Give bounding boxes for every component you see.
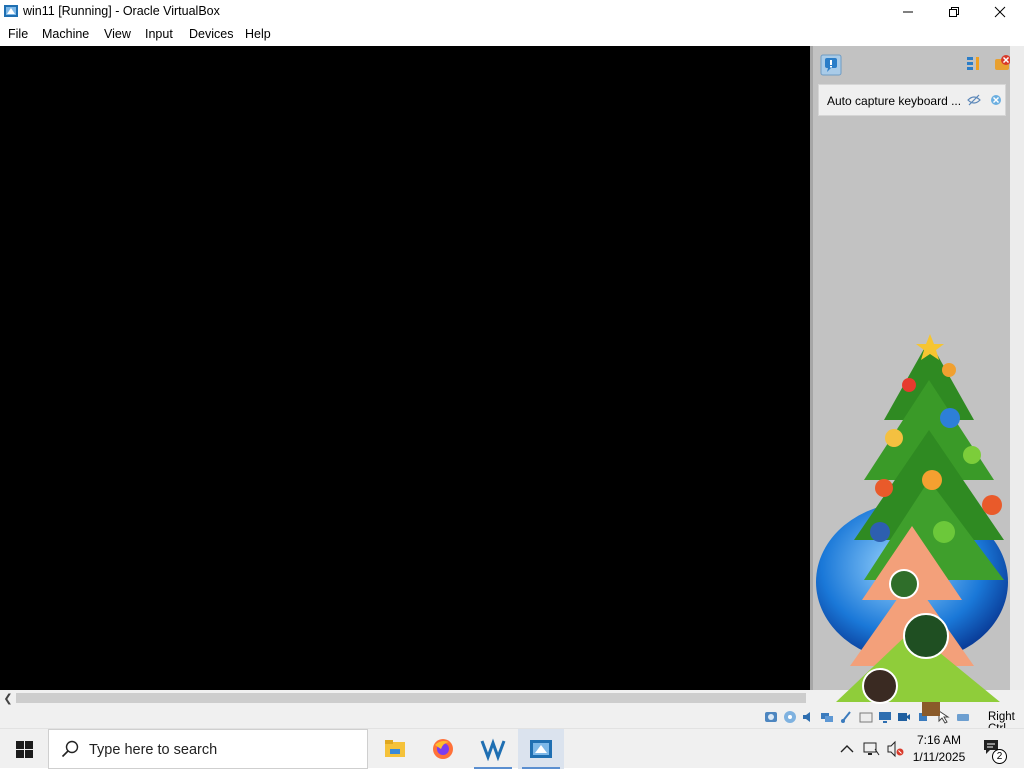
notification-card: Auto capture keyboard ... [818, 84, 1006, 116]
visual-studio-icon [480, 738, 506, 761]
volume-muted-icon[interactable] [886, 740, 904, 758]
menu-devices[interactable]: Devices [189, 27, 233, 41]
close-icon[interactable] [990, 94, 1002, 106]
taskbar-file-explorer[interactable] [372, 729, 418, 769]
window-title: win11 [Running] - Oracle VirtualBox [23, 4, 220, 18]
search-placeholder: Type here to search [89, 742, 218, 758]
menu-machine[interactable]: Machine [42, 27, 89, 41]
close-button[interactable] [977, 0, 1023, 23]
restore-button[interactable] [931, 0, 977, 23]
close-icon [994, 6, 1006, 17]
windows-logo-icon [15, 740, 33, 758]
scroll-left-icon[interactable]: ❮ [0, 690, 16, 706]
vm-display[interactable] [0, 46, 810, 690]
taskbar-firefox[interactable] [420, 729, 466, 769]
network-status-icon[interactable] [862, 740, 880, 758]
file-explorer-icon [385, 740, 405, 757]
search-icon [61, 740, 79, 758]
virtualbox-app-icon [4, 5, 18, 17]
menu-view[interactable]: View [104, 27, 131, 41]
notification-count-badge: 2 [992, 749, 1007, 764]
restore-icon [949, 6, 959, 17]
virtualbox-icon [530, 740, 552, 758]
menu-help[interactable]: Help [245, 27, 271, 41]
notification-center-icon[interactable] [820, 54, 842, 76]
menu-file[interactable]: File [8, 27, 28, 41]
minimize-icon [903, 11, 913, 12]
taskbar-visual-studio[interactable] [470, 729, 516, 769]
start-button[interactable] [0, 729, 48, 769]
menu-bar: File Machine View Input Devices Help [0, 23, 1024, 45]
audio-icon[interactable] [801, 710, 815, 724]
notification-text: Auto capture keyboard ... [827, 94, 962, 108]
clock-date: 1/11/2025 [912, 750, 966, 764]
clock-time: 7:16 AM [916, 733, 962, 747]
system-clock[interactable]: 7:16 AM 1/11/2025 [904, 732, 974, 766]
chevron-up-icon[interactable] [838, 740, 856, 758]
firefox-icon [433, 739, 453, 759]
scroll-thumb[interactable] [16, 693, 806, 703]
eye-off-icon[interactable] [967, 94, 981, 106]
taskbar: Type here to search 7:16 AM 1/11/2025 2 [0, 728, 1024, 769]
optical-disk-icon[interactable] [783, 710, 797, 724]
menu-input[interactable]: Input [145, 27, 173, 41]
search-box[interactable]: Type here to search [48, 729, 368, 769]
hard-disk-icon[interactable] [764, 710, 778, 724]
title-bar: win11 [Running] - Oracle VirtualBox [0, 0, 1024, 23]
minimize-button[interactable] [885, 0, 931, 23]
toggle-sorting-icon[interactable] [965, 55, 983, 73]
taskbar-virtualbox[interactable] [518, 729, 564, 769]
christmas-tree-decoration [816, 334, 1008, 716]
